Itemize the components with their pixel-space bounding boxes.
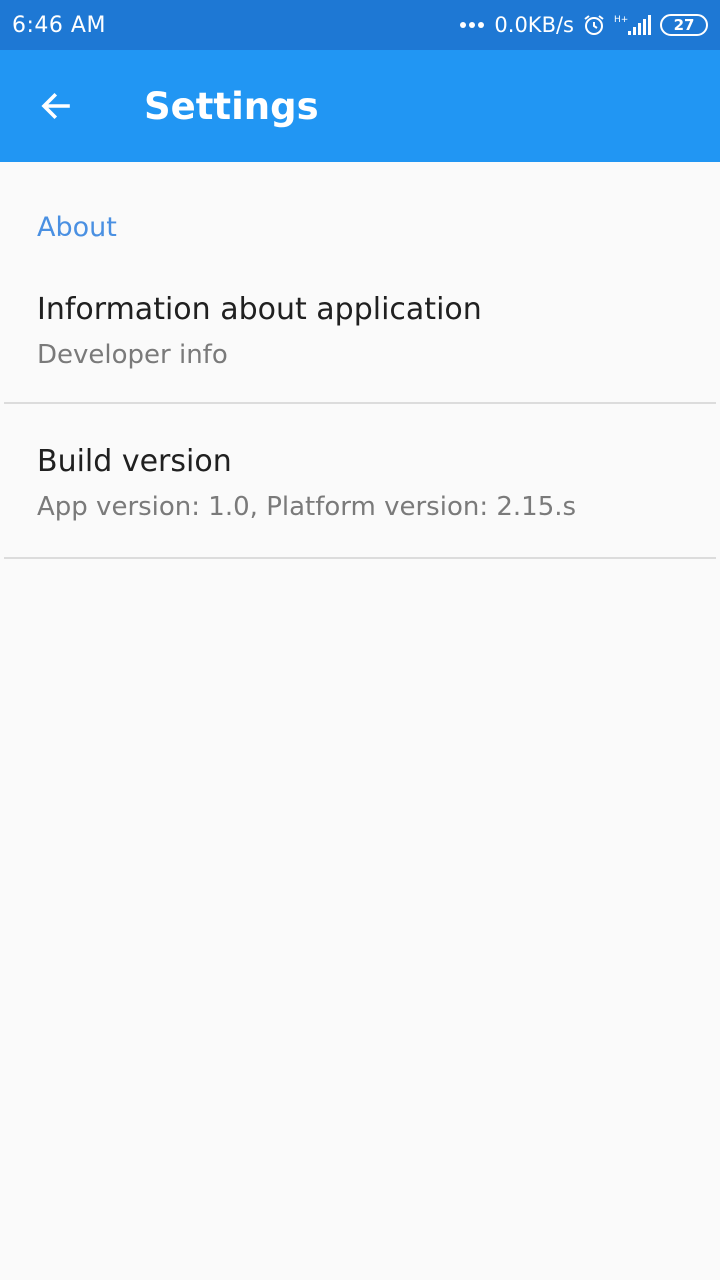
more-dots-icon [460,22,485,28]
status-indicators: 0.0KB/s H+ 27 [460,13,708,37]
settings-item-app-info[interactable]: Information about application Developer … [4,272,716,404]
arrow-left-icon [41,92,70,120]
network-speed: 0.0KB/s [494,13,574,37]
back-button[interactable] [0,50,112,162]
signal-type: H+ [614,15,628,25]
app-bar: Settings [0,50,720,162]
alarm-icon [584,15,604,35]
battery-level: 27 [673,16,695,34]
item-subtitle: App version: 1.0, Platform version: 2.15… [37,492,577,522]
settings-list: About Information about application Deve… [0,162,720,559]
item-title: Information about application [37,292,482,327]
page-title: Settings [144,84,319,128]
item-subtitle: Developer info [37,340,228,370]
settings-item-build-version[interactable]: Build version App version: 1.0, Platform… [4,404,716,559]
item-title: Build version [37,444,232,479]
section-header-about: About [37,212,117,243]
signal-icon: H+ [614,15,651,35]
battery-icon: 27 [660,14,708,36]
status-bar: 6:46 AM 0.0KB/s H+ 27 [0,0,720,50]
status-time: 6:46 AM [12,12,106,38]
